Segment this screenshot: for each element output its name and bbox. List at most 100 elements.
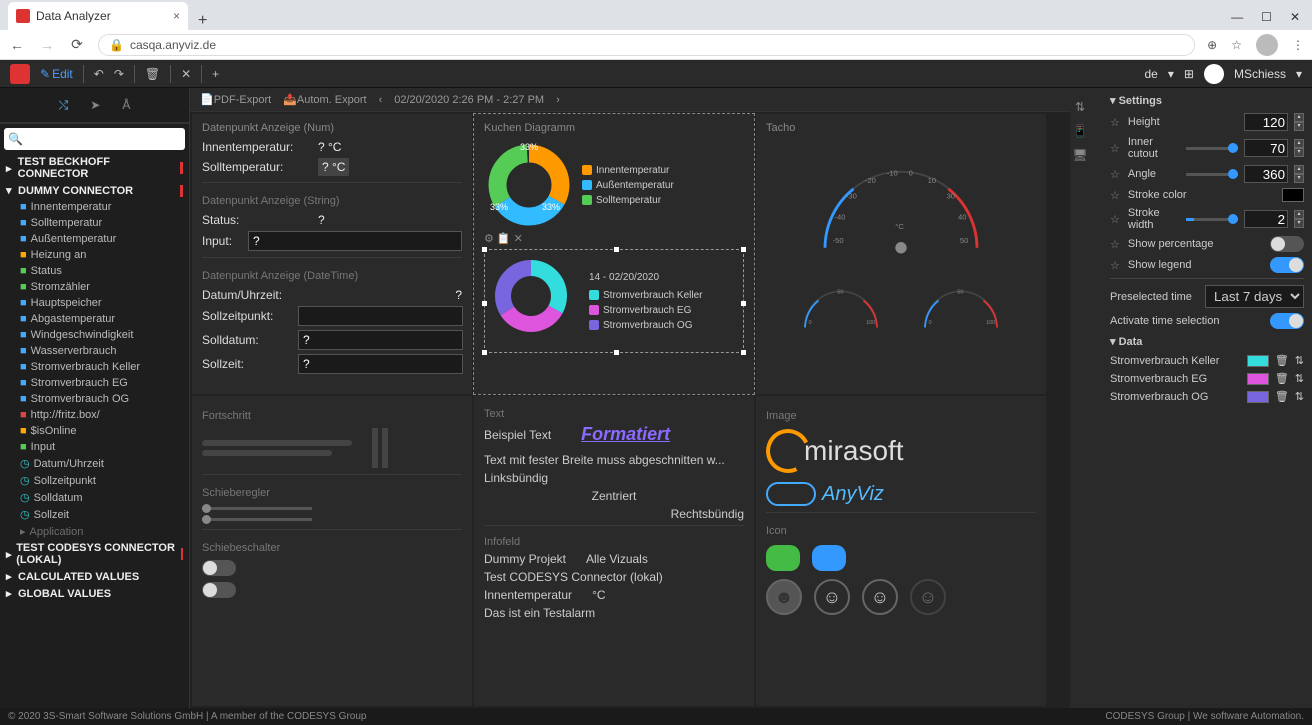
input-field[interactable]	[248, 231, 462, 251]
activate-time-toggle[interactable]	[1270, 313, 1304, 329]
undo-button[interactable]: ↶	[94, 67, 104, 81]
angle-input[interactable]	[1244, 165, 1288, 183]
tab-connect-icon[interactable]: ⤭	[59, 98, 69, 113]
close-tab-icon[interactable]: ×	[173, 9, 180, 23]
tree-leaf[interactable]: ■ Hauptspeicher	[0, 295, 189, 311]
scrollbar[interactable]	[1090, 88, 1102, 708]
add-button[interactable]: +	[212, 67, 219, 81]
series-color[interactable]	[1247, 373, 1269, 385]
tree-leaf[interactable]: ■ Außentemperatur	[0, 231, 189, 247]
tree-leaf[interactable]: ◷ Datum/Uhrzeit	[0, 455, 189, 472]
time-range[interactable]: 02/20/2020 2:26 PM - 2:27 PM	[394, 94, 544, 106]
delete-series-icon[interactable]: 🗑	[1275, 354, 1289, 367]
close-button[interactable]: ✕	[181, 67, 191, 81]
reload-button[interactable]: ⟳	[68, 36, 86, 53]
strokewidth-input[interactable]	[1244, 210, 1288, 228]
selected-donut[interactable]: 14 - 02/20/2020 Stromverbrauch KellerStr…	[484, 249, 744, 353]
toggle-switch[interactable]	[202, 582, 236, 598]
panel-title: Datenpunkt Anzeige (Num)	[202, 122, 462, 134]
data-header[interactable]: ▾ Data	[1110, 335, 1304, 348]
dt-input[interactable]	[298, 354, 463, 374]
tab-tools-icon[interactable]: Å	[122, 98, 130, 112]
redo-button[interactable]: ↷	[114, 67, 124, 81]
back-button[interactable]: ←	[8, 37, 26, 53]
delete-series-icon[interactable]: 🗑	[1275, 372, 1289, 385]
user-avatar[interactable]	[1204, 64, 1224, 84]
tree-leaf[interactable]: ■ Stromverbrauch EG	[0, 375, 189, 391]
tree-leaf[interactable]: ■ Solltemperatur	[0, 215, 189, 231]
profile-avatar[interactable]	[1256, 34, 1278, 56]
delete-series-icon[interactable]: 🗑	[1275, 390, 1289, 403]
tree-leaf[interactable]: ■ http://fritz.box/	[0, 407, 189, 423]
search-input[interactable]: 🔍	[4, 128, 185, 150]
desktop-icon[interactable]: 🖥	[1072, 148, 1087, 162]
slider[interactable]	[202, 518, 312, 521]
tree-leaf[interactable]: ■ Stromverbrauch Keller	[0, 359, 189, 375]
tree-leaf[interactable]: ◷ Sollzeit	[0, 506, 189, 523]
show-legend-toggle[interactable]	[1270, 257, 1304, 273]
tree-leaf[interactable]: ■ Stromverbrauch OG	[0, 391, 189, 407]
spinner[interactable]: ▴▾	[1294, 113, 1304, 131]
tree-leaf[interactable]: ■ Heizung an	[0, 247, 189, 263]
lang-selector[interactable]: de	[1145, 67, 1158, 81]
chevron-down-icon[interactable]: ▾	[1296, 67, 1302, 81]
cutout-slider[interactable]	[1186, 147, 1238, 150]
drag-handle-icon[interactable]: ⇅	[1075, 100, 1085, 114]
panel-pie[interactable]: Kuchen Diagramm 33% 33% 33% Innentempera…	[474, 114, 754, 394]
tree-group[interactable]: ▸TEST BECKHOFF CONNECTOR	[0, 154, 189, 182]
slider[interactable]	[202, 507, 312, 510]
tree-leaf[interactable]: ■ Status	[0, 263, 189, 279]
tab-nav-icon[interactable]: ➤	[90, 98, 100, 112]
tree-leaf[interactable]: ■ Windgeschwindigkeit	[0, 327, 189, 343]
prev-range-button[interactable]: ‹	[379, 94, 383, 106]
auto-export-button[interactable]: 📤Autom. Export	[283, 93, 366, 106]
browser-tab[interactable]: Data Analyzer ×	[8, 2, 188, 30]
maximize-icon[interactable]: ☐	[1261, 10, 1272, 24]
reorder-icon[interactable]: ⇅	[1295, 372, 1304, 385]
new-tab-button[interactable]: +	[188, 12, 217, 30]
tree-leaf[interactable]: ■ Innentemperatur	[0, 199, 189, 215]
mobile-icon[interactable]: 📱	[1073, 124, 1088, 138]
forward-button[interactable]: →	[38, 37, 56, 53]
tree-group[interactable]: ▸GLOBAL VALUES	[0, 585, 189, 602]
tree-leaf[interactable]: ■ Abgastemperatur	[0, 311, 189, 327]
show-pct-toggle[interactable]	[1270, 236, 1304, 252]
tree-leaf[interactable]: ■ Input	[0, 439, 189, 455]
preselected-time-select[interactable]: Last 7 days	[1205, 285, 1304, 308]
dt-input[interactable]	[298, 330, 463, 350]
stroke-color-swatch[interactable]	[1282, 188, 1304, 202]
settings-header[interactable]: ▾ Settings	[1110, 94, 1304, 107]
tree-leaf[interactable]: ■ $isOnline	[0, 423, 189, 439]
apps-icon[interactable]: ⊞	[1184, 67, 1194, 81]
tree-group[interactable]: ▾DUMMY CONNECTOR	[0, 182, 189, 199]
minimize-icon[interactable]: —	[1231, 10, 1243, 24]
cutout-input[interactable]	[1244, 139, 1288, 157]
tree-leaf[interactable]: ▸ Application	[0, 523, 189, 540]
toggle-switch[interactable]	[202, 560, 236, 576]
tree-group[interactable]: ▸CALCULATED VALUES	[0, 568, 189, 585]
pdf-export-button[interactable]: 📄PDF-Export	[200, 93, 271, 106]
tree-leaf[interactable]: ◷ Sollzeitpunkt	[0, 472, 189, 489]
next-range-button[interactable]: ›	[556, 94, 560, 106]
address-bar[interactable]: 🔒 casqa.anyviz.de	[98, 34, 1195, 56]
angle-slider[interactable]	[1186, 173, 1238, 176]
tree-leaf[interactable]: ■ Wasserverbrauch	[0, 343, 189, 359]
dt-input[interactable]	[298, 306, 463, 326]
chevron-down-icon[interactable]: ▾	[1168, 67, 1174, 81]
edit-button[interactable]: ✎Edit	[40, 67, 73, 81]
tree-leaf[interactable]: ◷ Solldatum	[0, 489, 189, 506]
user-name[interactable]: MSchiess	[1234, 67, 1286, 81]
extension-icon[interactable]: ⊕	[1207, 38, 1217, 52]
strokewidth-slider[interactable]	[1186, 218, 1238, 221]
series-color[interactable]	[1247, 355, 1269, 367]
series-color[interactable]	[1247, 391, 1269, 403]
bookmark-icon[interactable]: ☆	[1231, 38, 1242, 52]
reorder-icon[interactable]: ⇅	[1295, 390, 1304, 403]
tree-leaf[interactable]: ■ Stromzähler	[0, 279, 189, 295]
delete-button[interactable]: 🗑	[145, 67, 160, 81]
reorder-icon[interactable]: ⇅	[1295, 354, 1304, 367]
close-window-icon[interactable]: ✕	[1290, 10, 1300, 24]
tree-group[interactable]: ▸TEST CODESYS CONNECTOR (LOKAL)	[0, 540, 189, 568]
menu-icon[interactable]: ⋮	[1292, 38, 1304, 52]
height-input[interactable]	[1244, 113, 1288, 131]
